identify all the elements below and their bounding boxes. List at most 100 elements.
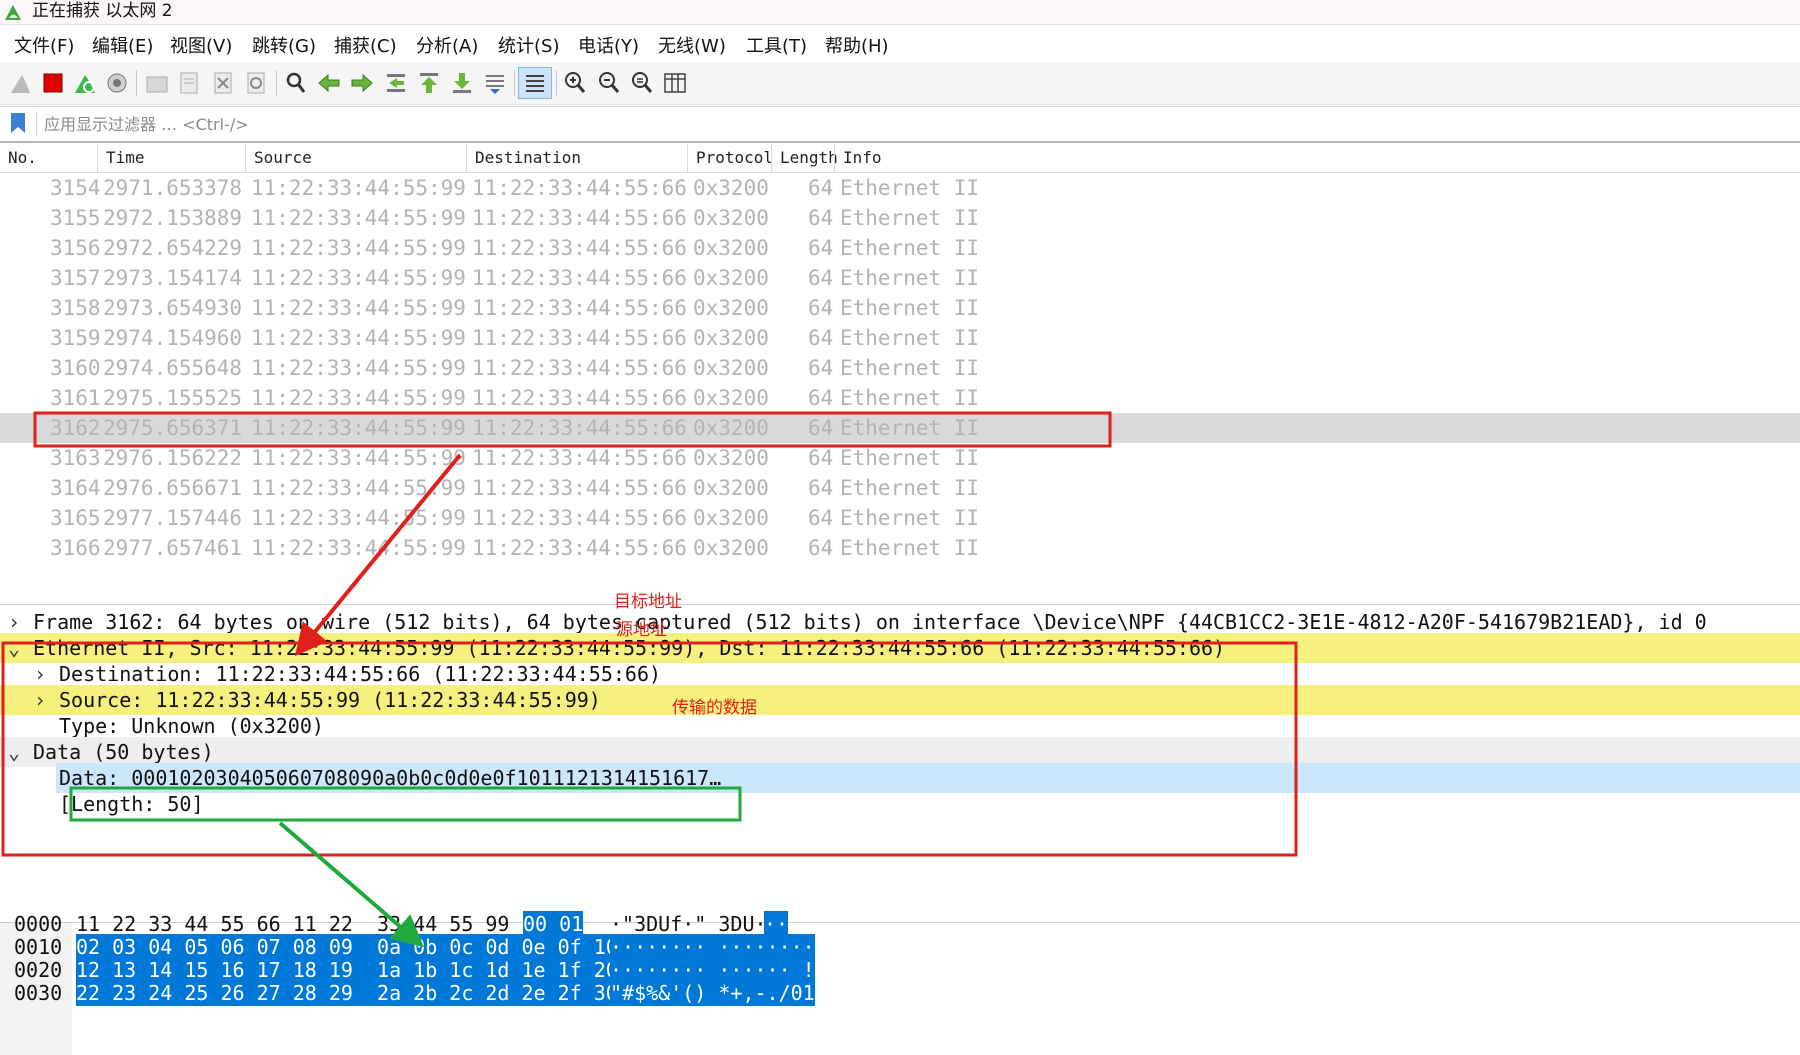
packet-row[interactable]: 3166 2977.657461 11:22:33:44:55:99 11:22:33… [0,533,1800,563]
cell-info: Ethernet II [840,356,980,380]
menu-edit[interactable]: 编辑(E) [92,32,153,58]
packet-row-selected[interactable]: 3162 2975.656371 11:22:33:44:55:99 11:22:33… [0,413,1800,443]
stop-capture-icon[interactable] [40,70,66,96]
cell-info: Ethernet II [840,446,980,470]
cell-destination: 11:22:33:44:55:66 [472,476,687,500]
menu-file[interactable]: 文件(F) [14,32,74,58]
go-to-packet-icon[interactable] [383,70,409,96]
cell-time: 2975.656371 [103,416,243,440]
menu-statistics[interactable]: 统计(S) [498,32,559,58]
cell-protocol: 0x3200 [693,176,769,200]
column-header-protocol[interactable]: Protocol [687,144,773,172]
cell-no: 3161 [50,386,101,410]
cell-length: 64 [808,416,834,440]
menu-wireless[interactable]: 无线(W) [658,32,726,58]
resize-columns-icon[interactable] [662,70,688,96]
collapse-chevron-icon[interactable]: ⌄ [4,737,24,767]
packet-row[interactable]: 3163 2976.156222 11:22:33:44:55:99 11:22:33… [0,443,1800,473]
menu-help[interactable]: 帮助(H) [825,32,889,58]
find-packet-icon[interactable] [283,70,309,96]
cell-info: Ethernet II [840,416,980,440]
packet-row[interactable]: 3156 2972.654229 11:22:33:44:55:99 11:22:33… [0,233,1800,263]
menu-capture[interactable]: 捕获(C) [334,32,397,58]
go-first-packet-icon[interactable] [416,70,442,96]
cell-info: Ethernet II [840,326,980,350]
packet-row[interactable]: 3165 2977.157446 11:22:33:44:55:99 11:22:33… [0,503,1800,533]
capture-options-icon[interactable] [104,70,130,96]
bookmark-icon[interactable] [10,112,26,134]
cell-info: Ethernet II [840,206,980,230]
ascii-text-selected[interactable]: "#$%&'() *+,-./01 [610,980,815,1006]
toolbar-separator [276,70,277,96]
cell-time: 2973.654930 [103,296,243,320]
cell-info: Ethernet II [840,266,980,290]
cell-no: 3154 [50,176,101,200]
filter-separator [36,111,37,137]
column-header-source[interactable]: Source [245,144,466,172]
menu-tools[interactable]: 工具(T) [746,32,807,58]
cell-info: Ethernet II [840,476,980,500]
auto-scroll-icon[interactable] [482,70,508,96]
menu-go[interactable]: 跳转(G) [252,32,316,58]
column-header-length[interactable]: Length [771,144,838,172]
cell-time: 2977.657461 [103,536,243,560]
cell-info: Ethernet II [840,296,980,320]
cell-length: 64 [808,266,834,290]
cell-protocol: 0x3200 [693,266,769,290]
zoom-out-icon[interactable] [596,70,622,96]
display-filter-input[interactable] [40,110,1788,138]
cell-info: Ethernet II [840,506,980,530]
toolbar-separator [136,70,137,96]
go-last-packet-icon[interactable] [449,70,475,96]
packet-row[interactable]: 3157 2973.154174 11:22:33:44:55:99 11:22:33… [0,263,1800,293]
shark-fin-start-icon[interactable] [8,70,34,96]
packet-row[interactable]: 3159 2974.154960 11:22:33:44:55:99 11:22:33… [0,323,1800,353]
cell-time: 2974.655648 [103,356,243,380]
detail-length-row[interactable]: [Length: 50] [0,789,1800,819]
go-back-icon[interactable] [316,70,342,96]
menu-view[interactable]: 视图(V) [170,32,232,58]
packet-row[interactable]: 3161 2975.155525 11:22:33:44:55:99 11:22:33… [0,383,1800,413]
cell-time: 2972.153889 [103,206,243,230]
column-header-no[interactable]: No. [0,144,97,172]
go-forward-icon[interactable] [349,70,375,96]
toolbar-separator [514,70,515,96]
packet-list-header: No. Time Source Destination Protocol Len… [0,144,1800,173]
column-header-info[interactable]: Info [834,144,1800,172]
packet-row[interactable]: 3154 2971.653378 11:22:33:44:55:99 11:22:33… [0,173,1800,203]
reload-file-icon[interactable] [243,70,269,96]
cell-source: 11:22:33:44:55:99 [251,266,466,290]
cell-length: 64 [808,326,834,350]
close-file-icon[interactable] [210,70,236,96]
cell-source: 11:22:33:44:55:99 [251,296,466,320]
hex-bytes-selected[interactable]: 22 23 24 25 26 27 28 29 2a 2b 2c 2d 2e 2… [76,980,654,1006]
zoom-in-icon[interactable] [562,70,588,96]
column-header-destination[interactable]: Destination [466,144,687,172]
colorize-toggle[interactable] [518,67,552,99]
column-header-time[interactable]: Time [97,144,245,172]
zoom-normal-icon[interactable] [629,70,655,96]
cell-protocol: 0x3200 [693,296,769,320]
packet-row[interactable]: 3160 2974.655648 11:22:33:44:55:99 11:22:33… [0,353,1800,383]
cell-length: 64 [808,386,834,410]
cell-time: 2976.156222 [103,446,243,470]
menu-analyze[interactable]: 分析(A) [416,32,478,58]
cell-no: 3162 [50,416,101,440]
open-file-icon[interactable] [144,70,170,96]
cell-source: 11:22:33:44:55:99 [251,476,466,500]
cell-protocol: 0x3200 [693,476,769,500]
packet-bytes-pane: 0000 11 22 33 44 55 66 11 22 33 44 55 99… [0,911,1800,1055]
packet-list: No. Time Source Destination Protocol Len… [0,144,1800,730]
packet-row[interactable]: 3158 2973.654930 11:22:33:44:55:99 11:22:33… [0,293,1800,323]
cell-source: 11:22:33:44:55:99 [251,446,466,470]
annotation-data-label: 传输的数据 [672,698,757,718]
cell-length: 64 [808,536,834,560]
packet-row[interactable]: 3155 2972.153889 11:22:33:44:55:99 11:22:33… [0,203,1800,233]
save-file-icon[interactable] [176,70,202,96]
menu-bar: 文件(F) 编辑(E) 视图(V) 跳转(G) 捕获(C) 分析(A) 统计(S… [0,26,1800,62]
restart-capture-icon[interactable] [72,70,98,96]
cell-no: 3165 [50,506,101,530]
menu-telephony[interactable]: 电话(Y) [578,32,639,58]
cell-time: 2973.154174 [103,266,243,290]
packet-row[interactable]: 3164 2976.656671 11:22:33:44:55:99 11:22:33… [0,473,1800,503]
